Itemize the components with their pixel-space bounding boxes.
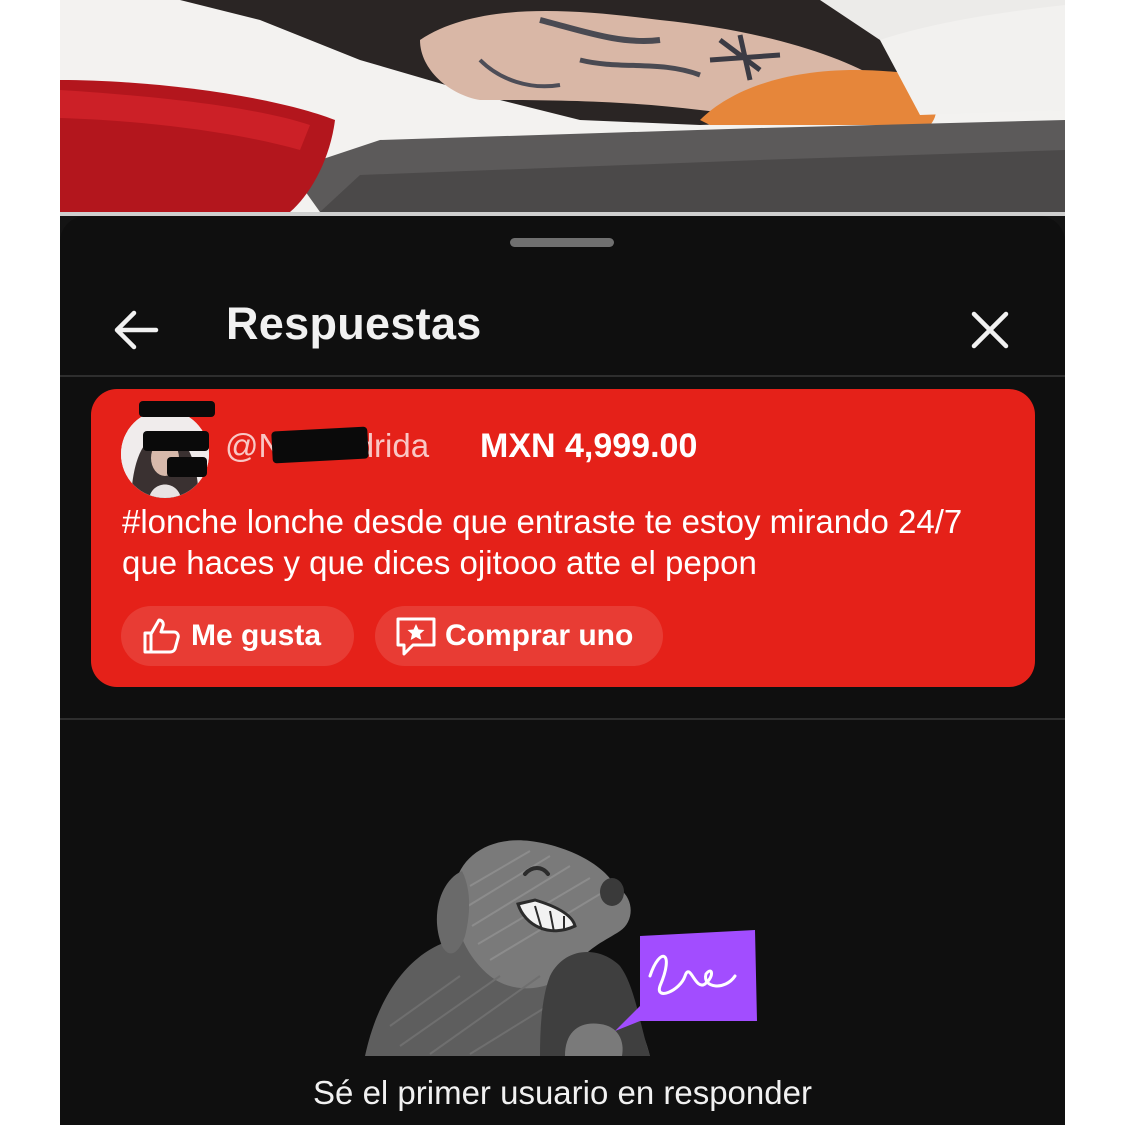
header-divider <box>60 375 1065 377</box>
buy-label: Comprar uno <box>445 619 634 652</box>
like-label: Me gusta <box>191 619 322 652</box>
super-chat-card: @Natmadrida MXN 4,999.00 #lonche lonche … <box>91 389 1035 687</box>
replies-sheet: Respuestas @Natmadrida <box>60 216 1065 1125</box>
like-button[interactable]: Me gusta <box>121 606 354 666</box>
sheet-title: Respuestas <box>226 298 482 349</box>
sheet-header: Respuestas <box>60 276 1065 376</box>
avatar-image <box>121 410 209 498</box>
empty-state-text-secondary: ·· · ···· · · ·· ·· · · <box>60 1116 1065 1125</box>
card-divider <box>60 718 1065 720</box>
redaction-mark <box>139 401 215 417</box>
back-button[interactable] <box>100 294 172 366</box>
thumbs-up-icon <box>143 618 180 654</box>
app-frame: Respuestas @Natmadrida <box>60 0 1065 1125</box>
super-chat-icon <box>396 617 436 656</box>
close-button[interactable] <box>956 296 1026 366</box>
close-icon <box>971 311 1009 349</box>
drag-handle[interactable] <box>510 238 614 247</box>
redaction-mark <box>167 457 207 477</box>
redaction-mark <box>271 426 369 464</box>
dog-illustration <box>365 840 757 1056</box>
empty-state-text: Sé el primer usuario en responder <box>313 1074 812 1111</box>
super-chat-amount: MXN 4,999.00 <box>480 427 698 465</box>
buy-super-chat-button[interactable]: Comprar uno <box>375 606 663 666</box>
comment-text: #lonche lonche desde que entraste te est… <box>122 503 963 581</box>
arrow-left-icon <box>114 310 159 350</box>
video-player[interactable] <box>60 0 1065 212</box>
redaction-mark <box>143 431 209 451</box>
avatar[interactable] <box>121 410 209 498</box>
video-frame-image <box>60 0 1065 212</box>
